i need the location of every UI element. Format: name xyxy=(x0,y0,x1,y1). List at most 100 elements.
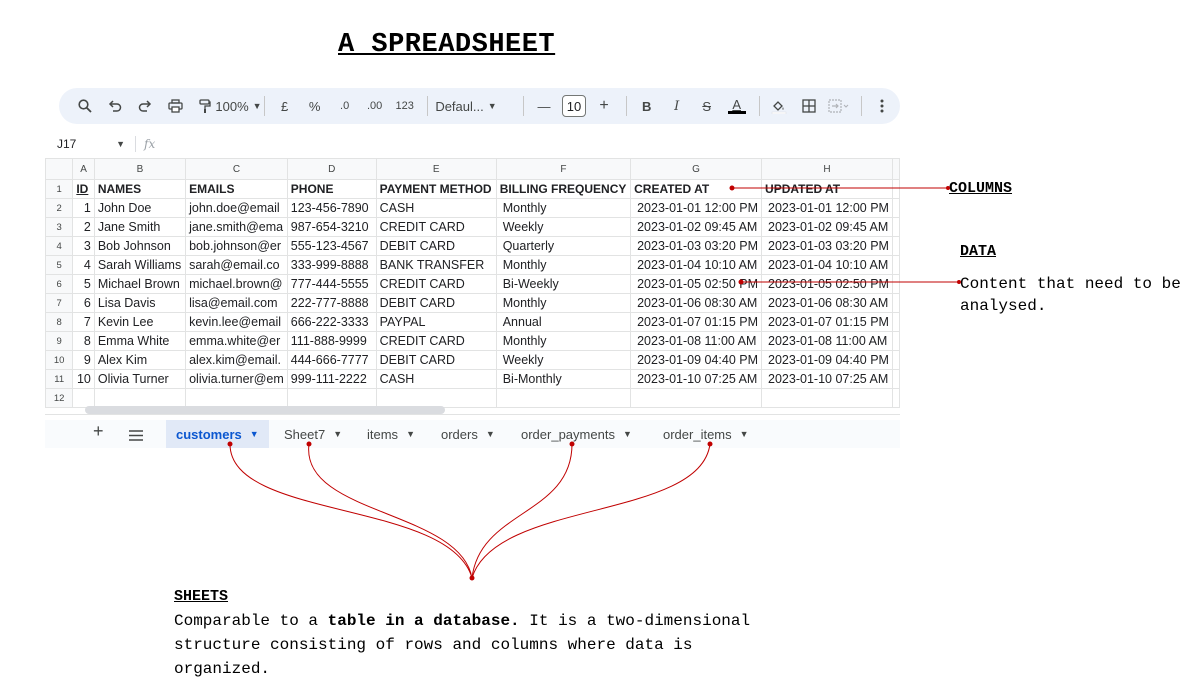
table-cell[interactable]: BANK TRANSFER xyxy=(375,255,497,275)
undo-icon[interactable] xyxy=(103,93,127,119)
table-cell[interactable]: Sarah Williams xyxy=(93,255,187,275)
row-header[interactable]: 5 xyxy=(44,255,74,275)
zoom-select[interactable]: 100% ▼ xyxy=(215,93,261,119)
row-header[interactable]: 1 xyxy=(44,179,74,199)
table-cell[interactable]: 2023-01-10 07:25 AM xyxy=(761,369,893,389)
column-header[interactable]: G xyxy=(630,158,763,180)
font-size-increase-button[interactable]: + xyxy=(592,93,616,119)
merge-cells-icon[interactable] xyxy=(827,93,851,119)
table-cell[interactable]: DEBIT CARD xyxy=(375,350,497,370)
row-header[interactable]: 2 xyxy=(44,198,74,218)
print-icon[interactable] xyxy=(163,93,187,119)
table-cell[interactable]: sarah@email.co xyxy=(185,255,288,275)
table-cell[interactable]: Monthly xyxy=(495,331,632,351)
table-cell[interactable]: Monthly xyxy=(495,255,632,275)
row-header[interactable]: 10 xyxy=(44,350,74,370)
horizontal-scrollbar[interactable] xyxy=(85,406,445,414)
sheet-tab[interactable]: items ▼ xyxy=(357,420,425,448)
table-cell[interactable]: emma.white@er xyxy=(185,331,288,351)
column-header[interactable]: A xyxy=(72,158,95,180)
table-cell[interactable]: 2023-01-03 03:20 PM xyxy=(761,236,893,256)
table-cell[interactable]: 2023-01-08 11:00 AM xyxy=(630,331,763,351)
table-cell[interactable]: CREDIT CARD xyxy=(375,274,497,294)
font-size-input[interactable]: 10 xyxy=(561,93,586,119)
decrease-decimal-button[interactable]: .0 xyxy=(333,93,357,119)
sheet-tab[interactable]: order_payments ▼ xyxy=(511,420,642,448)
table-cell[interactable] xyxy=(185,388,288,408)
table-cell[interactable]: 2023-01-02 09:45 AM xyxy=(761,217,893,237)
table-cell[interactable]: DEBIT CARD xyxy=(375,293,497,313)
table-cell[interactable]: Alex Kim xyxy=(93,350,187,370)
fill-color-icon[interactable] xyxy=(767,93,791,119)
table-cell[interactable]: CASH xyxy=(375,198,497,218)
table-cell[interactable]: bob.johnson@er xyxy=(185,236,288,256)
table-cell[interactable]: 123-456-7890 xyxy=(286,198,377,218)
header-cell[interactable]: EMAILS xyxy=(185,179,288,199)
table-cell[interactable]: 777-444-5555 xyxy=(286,274,377,294)
header-cell[interactable]: PHONE xyxy=(286,179,377,199)
chevron-down-icon[interactable]: ▼ xyxy=(740,429,749,439)
table-cell[interactable]: Bi-Monthly xyxy=(495,369,632,389)
text-color-button[interactable]: A xyxy=(725,93,749,119)
chevron-down-icon[interactable]: ▼ xyxy=(486,429,495,439)
table-cell[interactable]: CREDIT CARD xyxy=(375,331,497,351)
table-cell[interactable]: 2023-01-06 08:30 AM xyxy=(761,293,893,313)
table-cell[interactable] xyxy=(286,388,377,408)
column-header[interactable]: E xyxy=(375,158,497,180)
table-cell[interactable]: jane.smith@ema xyxy=(185,217,288,237)
header-cell[interactable]: BILLING FREQUENCY xyxy=(495,179,632,199)
table-cell[interactable] xyxy=(93,388,187,408)
row-header[interactable]: 4 xyxy=(44,236,74,256)
row-header[interactable]: 12 xyxy=(44,388,74,408)
chevron-down-icon[interactable]: ▼ xyxy=(250,429,259,439)
table-cell[interactable]: 2023-01-09 04:40 PM xyxy=(630,350,763,370)
table-cell[interactable]: 2023-01-06 08:30 AM xyxy=(630,293,763,313)
header-cell[interactable]: ID xyxy=(72,179,95,199)
table-cell[interactable]: 9 xyxy=(72,350,95,370)
table-cell[interactable]: Lisa Davis xyxy=(93,293,187,313)
table-cell[interactable]: 5 xyxy=(72,274,95,294)
header-cell[interactable]: PAYMENT METHOD xyxy=(375,179,497,199)
column-header[interactable]: H xyxy=(761,158,893,180)
table-cell[interactable]: 4 xyxy=(72,255,95,275)
table-cell[interactable]: 7 xyxy=(72,312,95,332)
table-cell[interactable]: Olivia Turner xyxy=(93,369,187,389)
table-cell[interactable]: Kevin Lee xyxy=(93,312,187,332)
table-cell[interactable]: 8 xyxy=(72,331,95,351)
row-header[interactable]: 6 xyxy=(44,274,74,294)
table-cell[interactable]: john.doe@email xyxy=(185,198,288,218)
table-cell[interactable]: alex.kim@email. xyxy=(185,350,288,370)
table-cell[interactable] xyxy=(761,388,893,408)
currency-format-button[interactable]: £ xyxy=(273,93,297,119)
search-icon[interactable] xyxy=(73,93,97,119)
table-cell[interactable]: 222-777-8888 xyxy=(286,293,377,313)
table-cell[interactable]: 2023-01-07 01:15 PM xyxy=(630,312,763,332)
table-cell[interactable] xyxy=(630,388,763,408)
table-cell[interactable]: 2023-01-10 07:25 AM xyxy=(630,369,763,389)
paint-format-icon[interactable] xyxy=(193,93,217,119)
table-cell[interactable]: 2023-01-04 10:10 AM xyxy=(630,255,763,275)
bold-button[interactable]: B xyxy=(635,93,659,119)
table-cell[interactable]: Quarterly xyxy=(495,236,632,256)
table-cell[interactable]: olivia.turner@em xyxy=(185,369,288,389)
table-cell[interactable]: Annual xyxy=(495,312,632,332)
table-cell[interactable]: 2023-01-07 01:15 PM xyxy=(761,312,893,332)
row-header[interactable]: 8 xyxy=(44,312,74,332)
table-cell[interactable] xyxy=(495,388,632,408)
header-cell[interactable]: UPDATED AT xyxy=(761,179,893,199)
row-header[interactable]: 7 xyxy=(44,293,74,313)
table-cell[interactable]: Weekly xyxy=(495,350,632,370)
chevron-down-icon[interactable]: ▼ xyxy=(333,429,342,439)
table-cell[interactable]: Monthly xyxy=(495,198,632,218)
table-cell[interactable]: 444-666-7777 xyxy=(286,350,377,370)
column-header[interactable]: F xyxy=(495,158,632,180)
table-cell[interactable]: 2023-01-02 09:45 AM xyxy=(630,217,763,237)
column-header[interactable]: B xyxy=(93,158,187,180)
header-cell[interactable]: CREATED AT xyxy=(630,179,763,199)
table-cell[interactable]: michael.brown@ xyxy=(185,274,288,294)
add-sheet-button[interactable]: + xyxy=(93,421,104,442)
table-cell[interactable]: 2023-01-09 04:40 PM xyxy=(761,350,893,370)
table-cell[interactable]: CREDIT CARD xyxy=(375,217,497,237)
table-cell[interactable]: Monthly xyxy=(495,293,632,313)
sheet-tab[interactable]: customers ▼ xyxy=(166,420,269,448)
